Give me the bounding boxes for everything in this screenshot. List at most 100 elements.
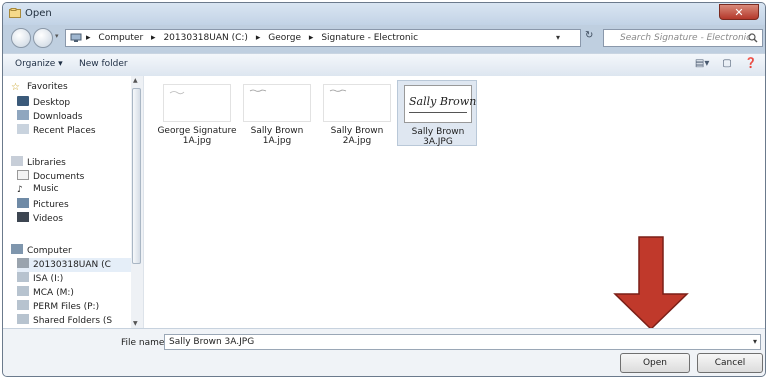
file-name-label: File name: bbox=[121, 338, 168, 348]
close-button[interactable]: ✕ bbox=[719, 4, 759, 20]
file-name-label: George Signature 1A.jpg bbox=[157, 126, 237, 146]
breadcrumb-separator-icon: ▸ bbox=[308, 33, 314, 43]
file-thumbnail bbox=[163, 84, 231, 122]
scrollbar-thumb[interactable] bbox=[132, 88, 141, 264]
file-name-label: Sally Brown 2A.jpg bbox=[330, 126, 384, 146]
nav-libraries[interactable]: Libraries bbox=[11, 156, 66, 170]
nav-item-downloads[interactable]: Downloads bbox=[17, 110, 82, 124]
nav-item-c-drive[interactable]: 20130318UAN (C bbox=[17, 258, 131, 272]
nav-item-recent-places[interactable]: Recent Places bbox=[17, 124, 96, 138]
command-bar: Organize ▾ New folder ▤▾ ▢ ❓ bbox=[3, 53, 765, 77]
file-tile[interactable]: Sally Brown 1A.jpg bbox=[237, 80, 317, 146]
nav-item-label: Downloads bbox=[33, 112, 83, 122]
change-view-icon[interactable]: ▤▾ bbox=[695, 58, 709, 69]
nav-item-videos[interactable]: Videos bbox=[17, 212, 63, 226]
signature-image: Sally Brown bbox=[409, 95, 477, 108]
breadcrumb-drive[interactable]: 20130318UAN (C:) bbox=[163, 33, 248, 43]
nav-item-pictures[interactable]: Pictures bbox=[17, 198, 69, 212]
file-thumbnail bbox=[323, 84, 391, 122]
scroll-down-icon[interactable]: ▼ bbox=[133, 320, 138, 327]
computer-icon bbox=[70, 33, 82, 42]
signature-thumbnail bbox=[169, 91, 185, 95]
open-button[interactable]: Open bbox=[620, 353, 690, 373]
forward-button[interactable] bbox=[33, 28, 53, 48]
documents-icon bbox=[17, 170, 29, 180]
down-arrow-annotation-icon bbox=[613, 236, 689, 331]
signature-thumbnail bbox=[329, 89, 347, 92]
breadcrumb-signature-electronic[interactable]: Signature - Electronic bbox=[321, 33, 418, 43]
help-icon[interactable]: ❓ bbox=[745, 58, 757, 69]
nav-item-label: Shared Folders (S bbox=[33, 316, 113, 326]
search-placeholder: Search Signature - Electronic bbox=[620, 33, 752, 43]
refresh-icon[interactable]: ↻ bbox=[585, 30, 593, 41]
nav-item-label: Recent Places bbox=[33, 126, 96, 136]
nav-item-p-drive[interactable]: PERM Files (P:) bbox=[17, 300, 99, 314]
cancel-button[interactable]: Cancel bbox=[697, 353, 763, 373]
file-name-label: Sally Brown 1A.jpg bbox=[250, 126, 304, 146]
nav-item-label: Desktop bbox=[33, 98, 71, 108]
nav-item-label: Videos bbox=[33, 214, 63, 224]
dialog-footer: File name: Sally Brown 3A.JPG ▾ Open Can… bbox=[3, 328, 765, 376]
nav-item-music[interactable]: ♪ Music bbox=[17, 184, 59, 198]
pictures-icon bbox=[17, 198, 29, 208]
drive-icon bbox=[17, 258, 29, 268]
search-icon[interactable] bbox=[748, 33, 758, 43]
file-name-label: Sally Brown 3A.JPG bbox=[411, 127, 465, 147]
nav-libraries-label: Libraries bbox=[27, 158, 66, 168]
star-icon: ☆ bbox=[11, 82, 20, 93]
address-dropdown-icon[interactable]: ▾ bbox=[556, 33, 560, 42]
title-bar[interactable]: Open ✕ bbox=[3, 3, 765, 25]
search-input[interactable]: Search Signature - Electronic bbox=[603, 29, 763, 47]
nav-favorites[interactable]: ☆ Favorites bbox=[11, 82, 68, 96]
navigation-pane: ☆ Favorites Desktop Downloads Recent Plac… bbox=[3, 76, 144, 328]
recent-pages-chevron-icon[interactable]: ▾ bbox=[55, 32, 59, 40]
preview-pane-icon[interactable]: ▢ bbox=[722, 58, 731, 69]
nav-item-s-drive[interactable]: Shared Folders (S bbox=[17, 314, 112, 328]
breadcrumb-computer[interactable]: Computer bbox=[98, 33, 143, 43]
network-drive-icon bbox=[17, 314, 29, 324]
file-thumbnail bbox=[243, 84, 311, 122]
downloads-icon bbox=[17, 110, 29, 120]
breadcrumb-separator-icon: ▸ bbox=[151, 33, 156, 43]
nav-item-label: Documents bbox=[33, 172, 85, 182]
nav-item-label: Pictures bbox=[33, 200, 69, 210]
address-bar[interactable]: ▸ Computer ▸ 20130318UAN (C:) ▸ George ▸… bbox=[65, 29, 581, 47]
nav-item-desktop[interactable]: Desktop bbox=[17, 96, 70, 110]
signature-thumbnail bbox=[249, 89, 267, 92]
nav-item-label: MCA (M:) bbox=[33, 288, 74, 298]
libraries-icon bbox=[11, 156, 23, 166]
file-tile-selected[interactable]: Sally Brown Sally Brown 3A.JPG bbox=[397, 80, 477, 147]
nav-item-documents[interactable]: Documents bbox=[17, 170, 84, 184]
music-icon: ♪ bbox=[17, 185, 23, 195]
nav-item-label: 20130318UAN (C bbox=[33, 260, 111, 270]
navigation-row: ▾ ▸ Computer ▸ 20130318UAN (C:) ▸ George… bbox=[3, 25, 765, 51]
nav-item-m-drive[interactable]: MCA (M:) bbox=[17, 286, 74, 300]
file-thumbnail: Sally Brown bbox=[404, 85, 476, 123]
nav-scrollbar[interactable]: ▲ ▼ bbox=[131, 76, 143, 328]
videos-icon bbox=[17, 212, 29, 222]
file-tile[interactable]: George Signature 1A.jpg bbox=[157, 80, 237, 146]
dialog-icon bbox=[9, 8, 21, 18]
desktop-icon bbox=[17, 96, 29, 106]
file-tile[interactable]: Sally Brown 2A.jpg bbox=[317, 80, 397, 146]
computer-icon bbox=[11, 244, 23, 254]
back-button[interactable] bbox=[11, 28, 31, 48]
scroll-up-icon[interactable]: ▲ bbox=[133, 77, 138, 84]
file-name-input[interactable]: Sally Brown 3A.JPG ▾ bbox=[164, 334, 761, 350]
breadcrumb-separator-icon: ▸ bbox=[86, 33, 91, 43]
network-drive-icon bbox=[17, 300, 29, 310]
breadcrumb-george[interactable]: George bbox=[268, 33, 301, 43]
network-drive-icon bbox=[17, 272, 29, 282]
file-name-dropdown-icon[interactable]: ▾ bbox=[753, 337, 757, 346]
organize-menu[interactable]: Organize ▾ bbox=[15, 59, 63, 69]
file-list: George Signature 1A.jpg Sally Brown 1A.jpg… bbox=[149, 76, 765, 331]
nav-computer-label: Computer bbox=[27, 246, 72, 256]
new-folder-button[interactable]: New folder bbox=[79, 59, 128, 69]
nav-favorites-label: Favorites bbox=[27, 82, 68, 92]
recent-places-icon bbox=[17, 124, 29, 134]
nav-computer[interactable]: Computer bbox=[11, 244, 72, 258]
nav-item-i-drive[interactable]: ISA (I:) bbox=[17, 272, 63, 286]
content-area: ☆ Favorites Desktop Downloads Recent Plac… bbox=[3, 76, 765, 331]
dialog-title: Open bbox=[25, 8, 52, 19]
open-dialog: Open ✕ ▾ ▸ Computer ▸ 20130318UAN (C:) ▸… bbox=[2, 2, 766, 377]
